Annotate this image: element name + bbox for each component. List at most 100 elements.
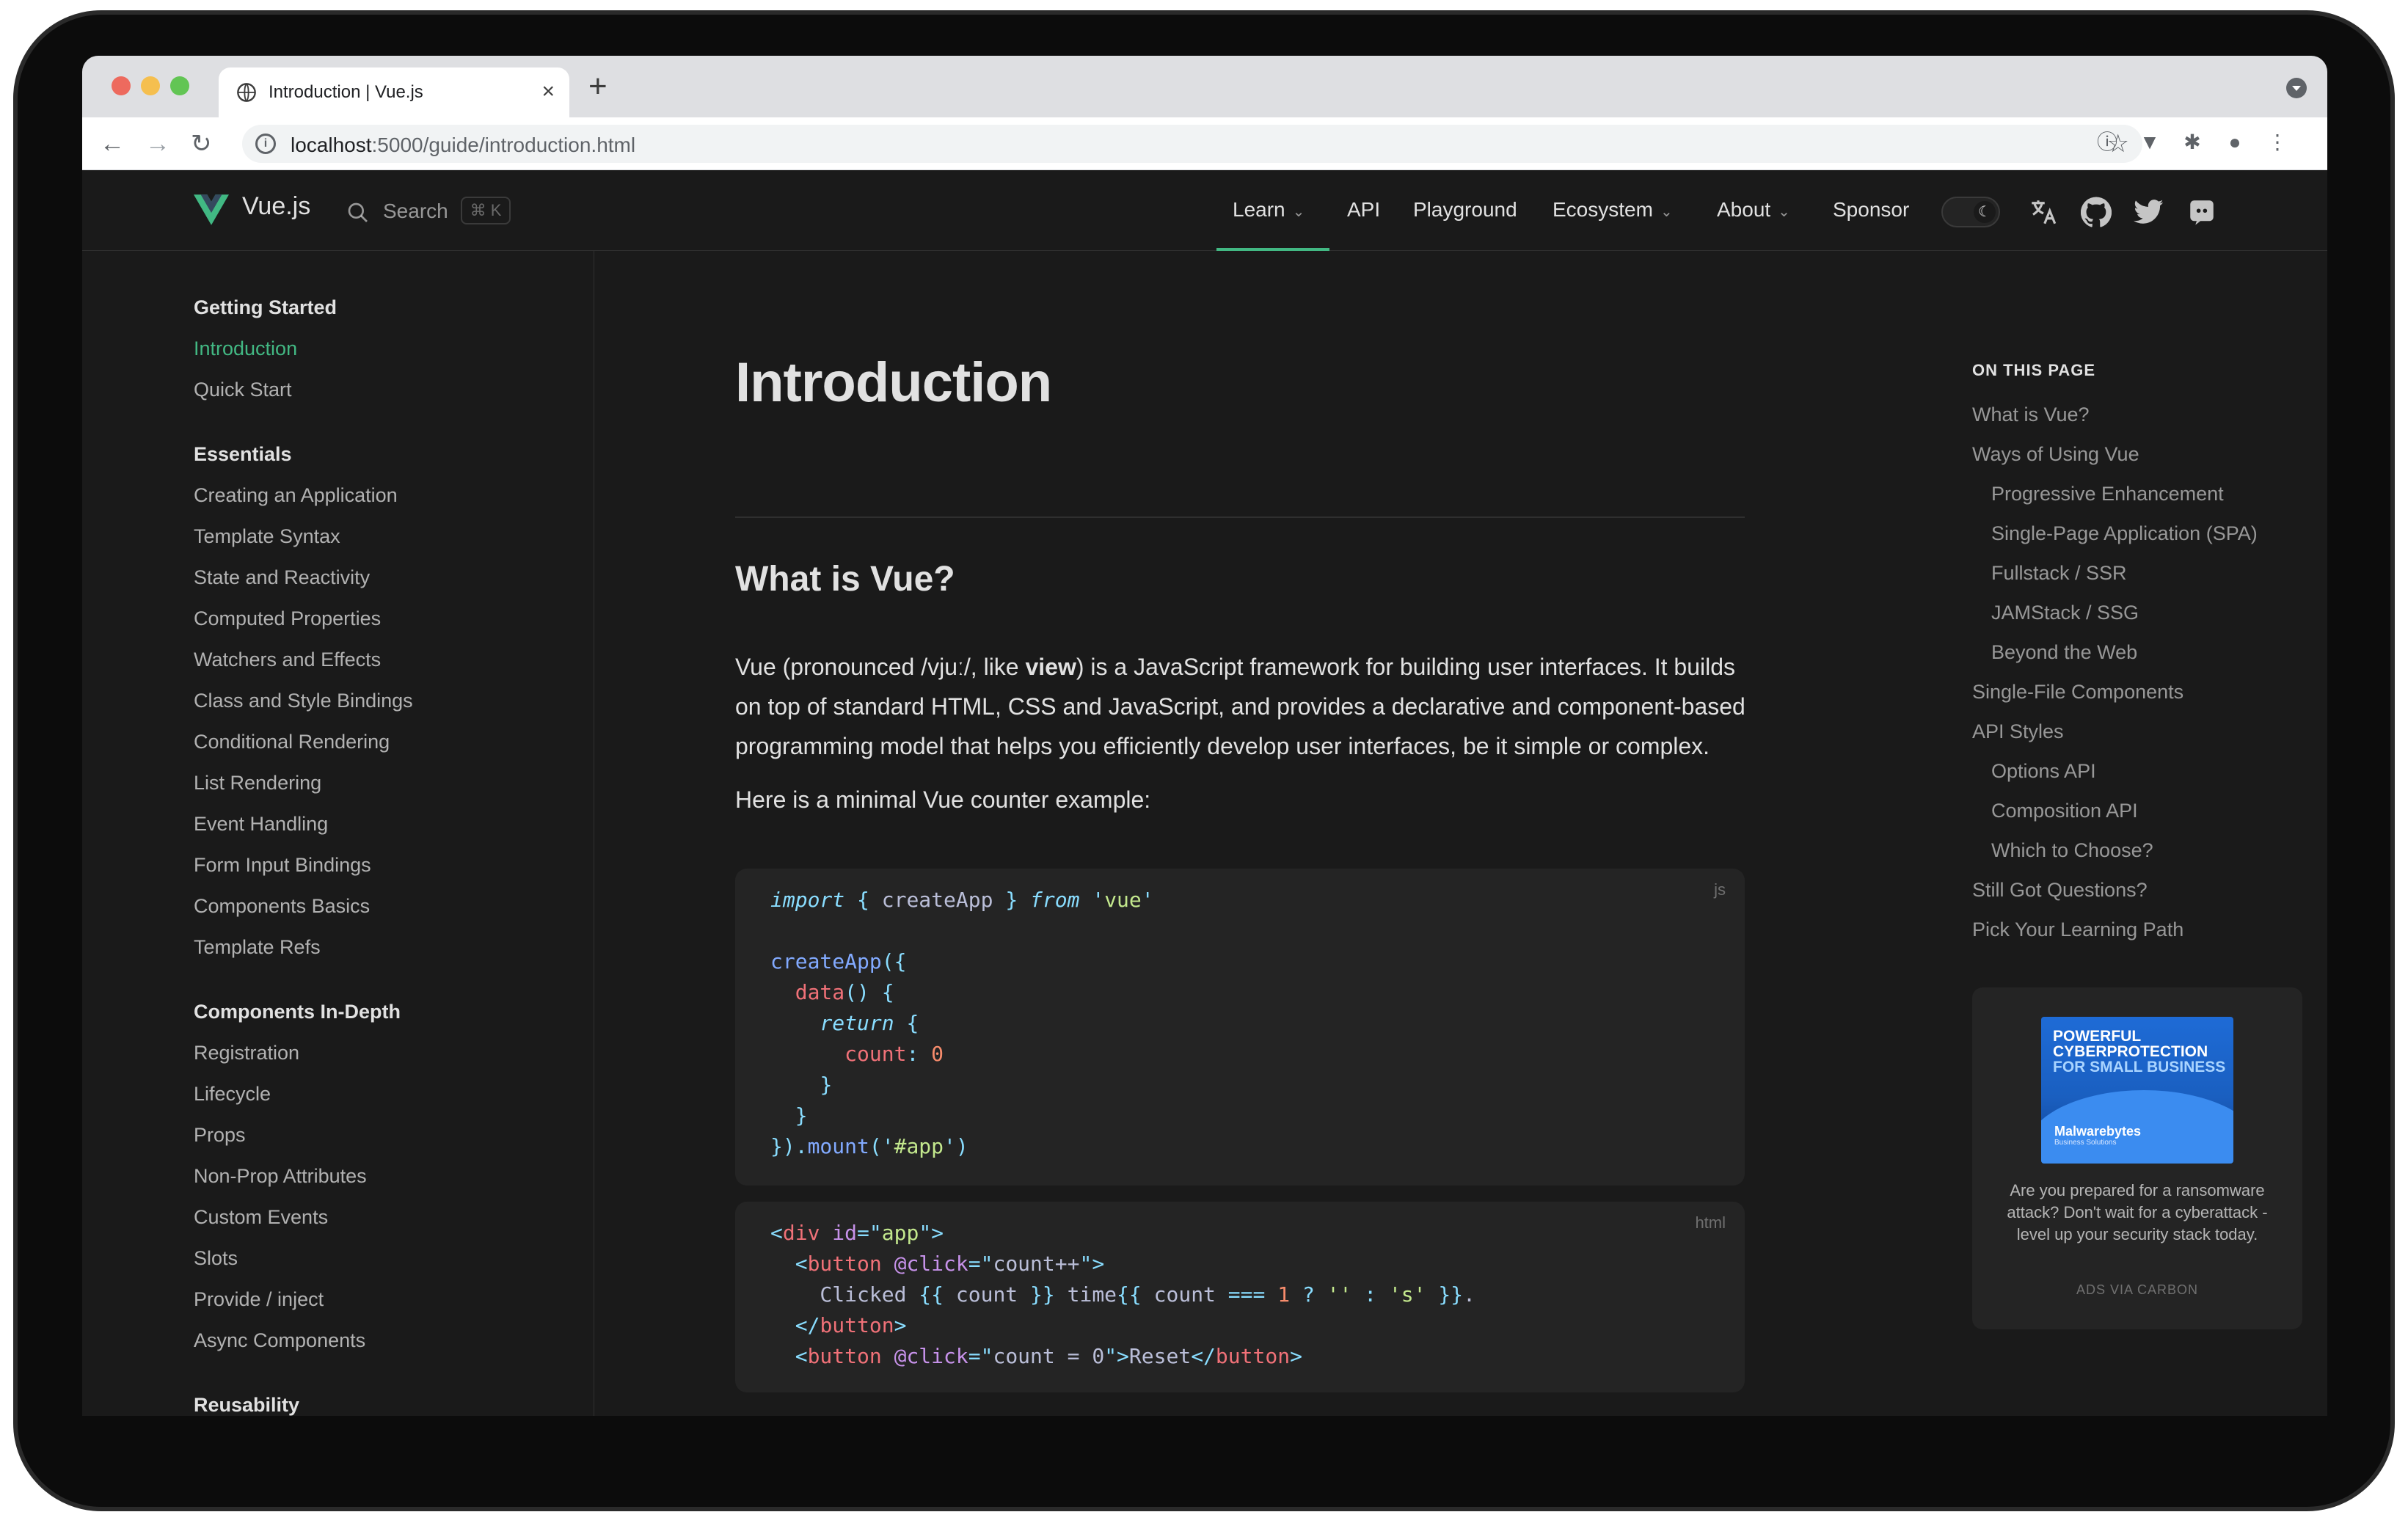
toc-link[interactable]: Single-Page Application (SPA)	[1991, 522, 2258, 545]
toc-link[interactable]: Composition API	[1991, 800, 2138, 822]
code-block-html[interactable]: html <div id="app"> <button @click="coun…	[735, 1202, 1745, 1392]
toc-link[interactable]: Still Got Questions?	[1972, 879, 2148, 902]
tab-title: Introduction | Vue.js	[269, 82, 423, 102]
zoom-window-button[interactable]	[170, 76, 189, 95]
sidebar-item-class-and-style-bindings[interactable]: Class and Style Bindings	[194, 690, 413, 712]
github-icon[interactable]	[2081, 197, 2112, 227]
sidebar-item-event-handling[interactable]: Event Handling	[194, 813, 328, 836]
translate-icon[interactable]	[2028, 197, 2059, 227]
code-line: createApp({	[770, 949, 907, 974]
sidebar-group-reusability: Reusability	[194, 1394, 300, 1416]
browser-menu-icon[interactable]: ⋮	[2264, 129, 2291, 156]
reload-icon[interactable]: ↻	[191, 128, 212, 160]
sidebar-item-state-and-reactivity[interactable]: State and Reactivity	[194, 566, 370, 589]
site-info-icon[interactable]: i	[255, 134, 276, 154]
browser-window: Introduction | Vue.js × + ← → ↻ i localh…	[82, 56, 2327, 1416]
toc-link[interactable]: API Styles	[1972, 720, 2064, 743]
toc-link[interactable]: Single-File Components	[1972, 681, 2183, 704]
code-line: <div id="app">	[770, 1221, 944, 1245]
profile-avatar-icon[interactable]: ●	[2222, 129, 2248, 156]
vue-logo-icon[interactable]	[194, 194, 229, 226]
sidebar-item-form-input-bindings[interactable]: Form Input Bindings	[194, 854, 371, 877]
sidebar-item-custom-events[interactable]: Custom Events	[194, 1206, 328, 1229]
sidebar-item-quick-start[interactable]: Quick Start	[194, 379, 292, 401]
sidebar-item-slots[interactable]: Slots	[194, 1247, 238, 1270]
sidebar-item-props[interactable]: Props	[194, 1124, 246, 1147]
nav-sponsor[interactable]: Sponsor	[1833, 198, 1909, 222]
site-brand[interactable]: Vue.js	[242, 192, 310, 221]
toc-link[interactable]: Ways of Using Vue	[1972, 443, 2139, 466]
code-language-label: html	[1695, 1213, 1726, 1232]
sidebar-item-list-rendering[interactable]: List Rendering	[194, 772, 321, 795]
code-line: }	[795, 1103, 808, 1128]
sidebar-item-template-refs[interactable]: Template Refs	[194, 936, 321, 959]
ad-brand-logo: Malwarebytes	[2054, 1124, 2142, 1139]
sidebar-item-template-syntax[interactable]: Template Syntax	[194, 525, 340, 548]
minimize-window-button[interactable]	[141, 76, 160, 95]
title-divider	[735, 516, 1745, 518]
extensions-puzzle-icon[interactable]: ✱	[2179, 129, 2205, 156]
nav-learn[interactable]: Learn ⌄	[1233, 198, 1305, 222]
extension-info-icon[interactable]: ⓘ	[2094, 129, 2120, 156]
discord-icon[interactable]	[2186, 197, 2217, 227]
address-bar[interactable]: i localhost:5000/guide/introduction.html…	[242, 125, 2142, 163]
code-line: }	[820, 1073, 833, 1097]
code-language-label: js	[1714, 880, 1726, 899]
tab-strip: Introduction | Vue.js × +	[82, 56, 2327, 117]
new-tab-button[interactable]: +	[588, 69, 608, 104]
toc-link[interactable]: Which to Choose?	[1991, 839, 2153, 862]
sidebar-item-async-components[interactable]: Async Components	[194, 1329, 365, 1352]
toc-link[interactable]: Options API	[1991, 760, 2096, 783]
code-line: data() {	[795, 980, 894, 1004]
sidebar-item-introduction[interactable]: Introduction	[194, 337, 297, 360]
sidebar-item-provide-inject[interactable]: Provide / inject	[194, 1288, 324, 1311]
globe-icon	[237, 83, 256, 102]
sidebar-item-non-prop-attributes[interactable]: Non-Prop Attributes	[194, 1165, 367, 1188]
ad-brand-subtitle: Business Solutions	[2054, 1139, 2117, 1147]
back-arrow-icon[interactable]: ←	[100, 128, 125, 160]
sidebar-group-getting-started: Getting Started	[194, 296, 338, 318]
sidebar-item-creating-an-application[interactable]: Creating an Application	[194, 484, 398, 507]
tab-search-button[interactable]	[2286, 78, 2307, 98]
sidebar-item-lifecycle[interactable]: Lifecycle	[194, 1083, 271, 1106]
theme-toggle[interactable]: ☾	[1941, 197, 2000, 227]
code-line: <button @click="count = 0">Reset</button…	[795, 1344, 1302, 1368]
intro-paragraph: Vue (pronounced /vjuː/, like view) is a …	[735, 654, 1745, 759]
toc-link[interactable]: What is Vue?	[1972, 403, 2090, 426]
sidebar-group-essentials: Essentials	[194, 443, 292, 465]
forward-arrow-icon[interactable]: →	[145, 128, 170, 160]
code-line: count: 0	[844, 1042, 944, 1066]
sidebar-item-components-basics[interactable]: Components Basics	[194, 895, 370, 918]
search-button[interactable]: Search	[383, 200, 448, 223]
sidebar-item-computed-properties[interactable]: Computed Properties	[194, 607, 381, 630]
search-icon[interactable]	[346, 201, 370, 224]
nav-about[interactable]: About ⌄	[1717, 198, 1790, 222]
url-text[interactable]: localhost:5000/guide/introduction.html	[291, 134, 635, 157]
ad-via-carbon[interactable]: ADS VIA CARBON	[1972, 1282, 2302, 1298]
nav-api[interactable]: API	[1347, 198, 1380, 222]
toc-link[interactable]: JAMStack / SSG	[1991, 602, 2139, 624]
tab-active[interactable]: Introduction | Vue.js ×	[219, 67, 569, 117]
twitter-icon[interactable]	[2134, 197, 2164, 227]
nav-ecosystem[interactable]: Ecosystem ⌄	[1553, 198, 1673, 222]
ad-image[interactable]: POWERFUL CYBERPROTECTION FOR SMALL BUSIN…	[2041, 1017, 2233, 1164]
close-window-button[interactable]	[112, 76, 131, 95]
sidebar-item-watchers-and-effects[interactable]: Watchers and Effects	[194, 649, 381, 671]
carbon-ad[interactable]: POWERFUL CYBERPROTECTION FOR SMALL BUSIN…	[1972, 987, 2302, 1329]
sidebar: Getting Started Introduction Quick Start…	[82, 251, 594, 1416]
sidebar-item-conditional-rendering[interactable]: Conditional Rendering	[194, 731, 390, 753]
nav-playground[interactable]: Playground	[1413, 198, 1517, 222]
toc-link[interactable]: Progressive Enhancement	[1991, 483, 2224, 505]
sidebar-item-registration[interactable]: Registration	[194, 1042, 299, 1064]
code-line: import { createApp } from 'vue'	[770, 888, 1154, 912]
toc-link[interactable]: Fullstack / SSR	[1991, 562, 2127, 585]
vue-devtools-icon[interactable]: ▼	[2137, 129, 2163, 156]
toc-link[interactable]: Pick Your Learning Path	[1972, 918, 2183, 941]
example-intro-text: Here is a minimal Vue counter example:	[735, 786, 1151, 813]
ad-headline: POWERFUL CYBERPROTECTION FOR SMALL BUSIN…	[2053, 1028, 2226, 1075]
ad-text[interactable]: Are you prepared for a ransomware attack…	[2002, 1180, 2273, 1246]
toc-link[interactable]: Beyond the Web	[1991, 641, 2137, 664]
browser-toolbar: ← → ↻ i localhost:5000/guide/introductio…	[82, 117, 2327, 170]
close-tab-icon[interactable]: ×	[541, 79, 555, 104]
code-block-js[interactable]: js import { createApp } from 'vue' creat…	[735, 869, 1745, 1186]
